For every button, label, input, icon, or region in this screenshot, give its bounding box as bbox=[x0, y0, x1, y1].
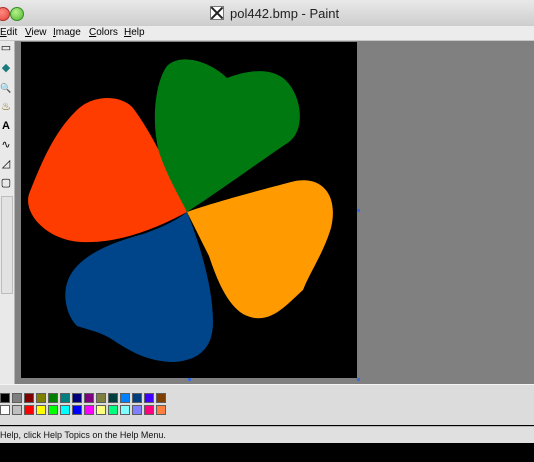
menu-colors[interactable]: Colors bbox=[89, 26, 118, 40]
color-palette bbox=[0, 393, 175, 417]
palette-swatch[interactable] bbox=[132, 405, 142, 415]
palette-swatch[interactable] bbox=[108, 393, 118, 403]
zoom-button[interactable] bbox=[10, 7, 24, 21]
palette-swatch[interactable] bbox=[120, 405, 130, 415]
resize-handle-corner[interactable] bbox=[357, 378, 360, 381]
magnifier-tool[interactable]: 🔍 bbox=[0, 81, 12, 96]
select-rect-tool[interactable]: ▭ bbox=[0, 41, 12, 56]
fill-tool[interactable]: ◆ bbox=[0, 61, 12, 76]
menu-bar: Edit View Image Colors Help bbox=[0, 26, 534, 41]
drawing-canvas[interactable] bbox=[21, 42, 357, 378]
canvas-scroll-area bbox=[15, 41, 534, 384]
menu-help[interactable]: Help bbox=[124, 26, 145, 40]
palette-swatch[interactable] bbox=[132, 393, 142, 403]
palette-swatch[interactable] bbox=[72, 393, 82, 403]
resize-handle-bottom[interactable] bbox=[188, 378, 191, 381]
polygon-tool[interactable]: ◿ bbox=[0, 157, 12, 172]
close-button[interactable] bbox=[0, 7, 10, 21]
palette-swatch[interactable] bbox=[60, 393, 70, 403]
palette-swatch[interactable] bbox=[24, 393, 34, 403]
x11-app-icon bbox=[210, 6, 224, 20]
palette-swatch[interactable] bbox=[96, 405, 106, 415]
window-title-wrap: pol442.bmp - Paint bbox=[210, 4, 339, 22]
menu-image[interactable]: Image bbox=[53, 26, 81, 40]
clover-drawing bbox=[28, 59, 333, 362]
color-palette-bar bbox=[0, 384, 534, 425]
palette-swatch[interactable] bbox=[48, 393, 58, 403]
text-tool[interactable]: A bbox=[0, 119, 12, 134]
palette-swatch[interactable] bbox=[60, 405, 70, 415]
palette-swatch[interactable] bbox=[84, 393, 94, 403]
palette-swatch[interactable] bbox=[108, 405, 118, 415]
palette-swatch[interactable] bbox=[12, 405, 22, 415]
palette-swatch[interactable] bbox=[0, 405, 10, 415]
palette-swatch[interactable] bbox=[72, 405, 82, 415]
palette-swatch[interactable] bbox=[144, 393, 154, 403]
palette-swatch[interactable] bbox=[84, 405, 94, 415]
title-bar[interactable]: pol442.bmp - Paint bbox=[0, 0, 534, 27]
palette-swatch[interactable] bbox=[36, 393, 46, 403]
palette-swatch[interactable] bbox=[156, 405, 166, 415]
palette-swatch[interactable] bbox=[156, 393, 166, 403]
palette-swatch[interactable] bbox=[0, 393, 10, 403]
client-area: ▭ ◆ 🔍 ♨ A ∿ ◿ ▢ bbox=[0, 41, 534, 384]
curve-tool[interactable]: ∿ bbox=[0, 138, 12, 153]
status-text: For Help, click Help Topics on the Help … bbox=[0, 430, 166, 440]
palette-swatch[interactable] bbox=[96, 393, 106, 403]
resize-handle-right[interactable] bbox=[357, 209, 360, 212]
rounded-rect-tool[interactable]: ▢ bbox=[0, 176, 12, 191]
palette-swatch[interactable] bbox=[12, 393, 22, 403]
tool-options-box[interactable] bbox=[1, 196, 13, 294]
palette-swatch[interactable] bbox=[120, 393, 130, 403]
window-title: pol442.bmp - Paint bbox=[230, 5, 340, 21]
menu-view[interactable]: View bbox=[25, 26, 47, 40]
palette-swatch[interactable] bbox=[24, 405, 34, 415]
brush-tool[interactable]: ♨ bbox=[0, 100, 12, 115]
palette-swatch[interactable] bbox=[48, 405, 58, 415]
status-bar: For Help, click Help Topics on the Help … bbox=[0, 426, 534, 443]
toolbox: ▭ ◆ 🔍 ♨ A ∿ ◿ ▢ bbox=[0, 41, 15, 384]
menu-edit[interactable]: Edit bbox=[0, 26, 17, 40]
palette-swatch[interactable] bbox=[36, 405, 46, 415]
palette-swatch[interactable] bbox=[144, 405, 154, 415]
paint-window: pol442.bmp - Paint Edit View Image Color… bbox=[0, 0, 534, 462]
